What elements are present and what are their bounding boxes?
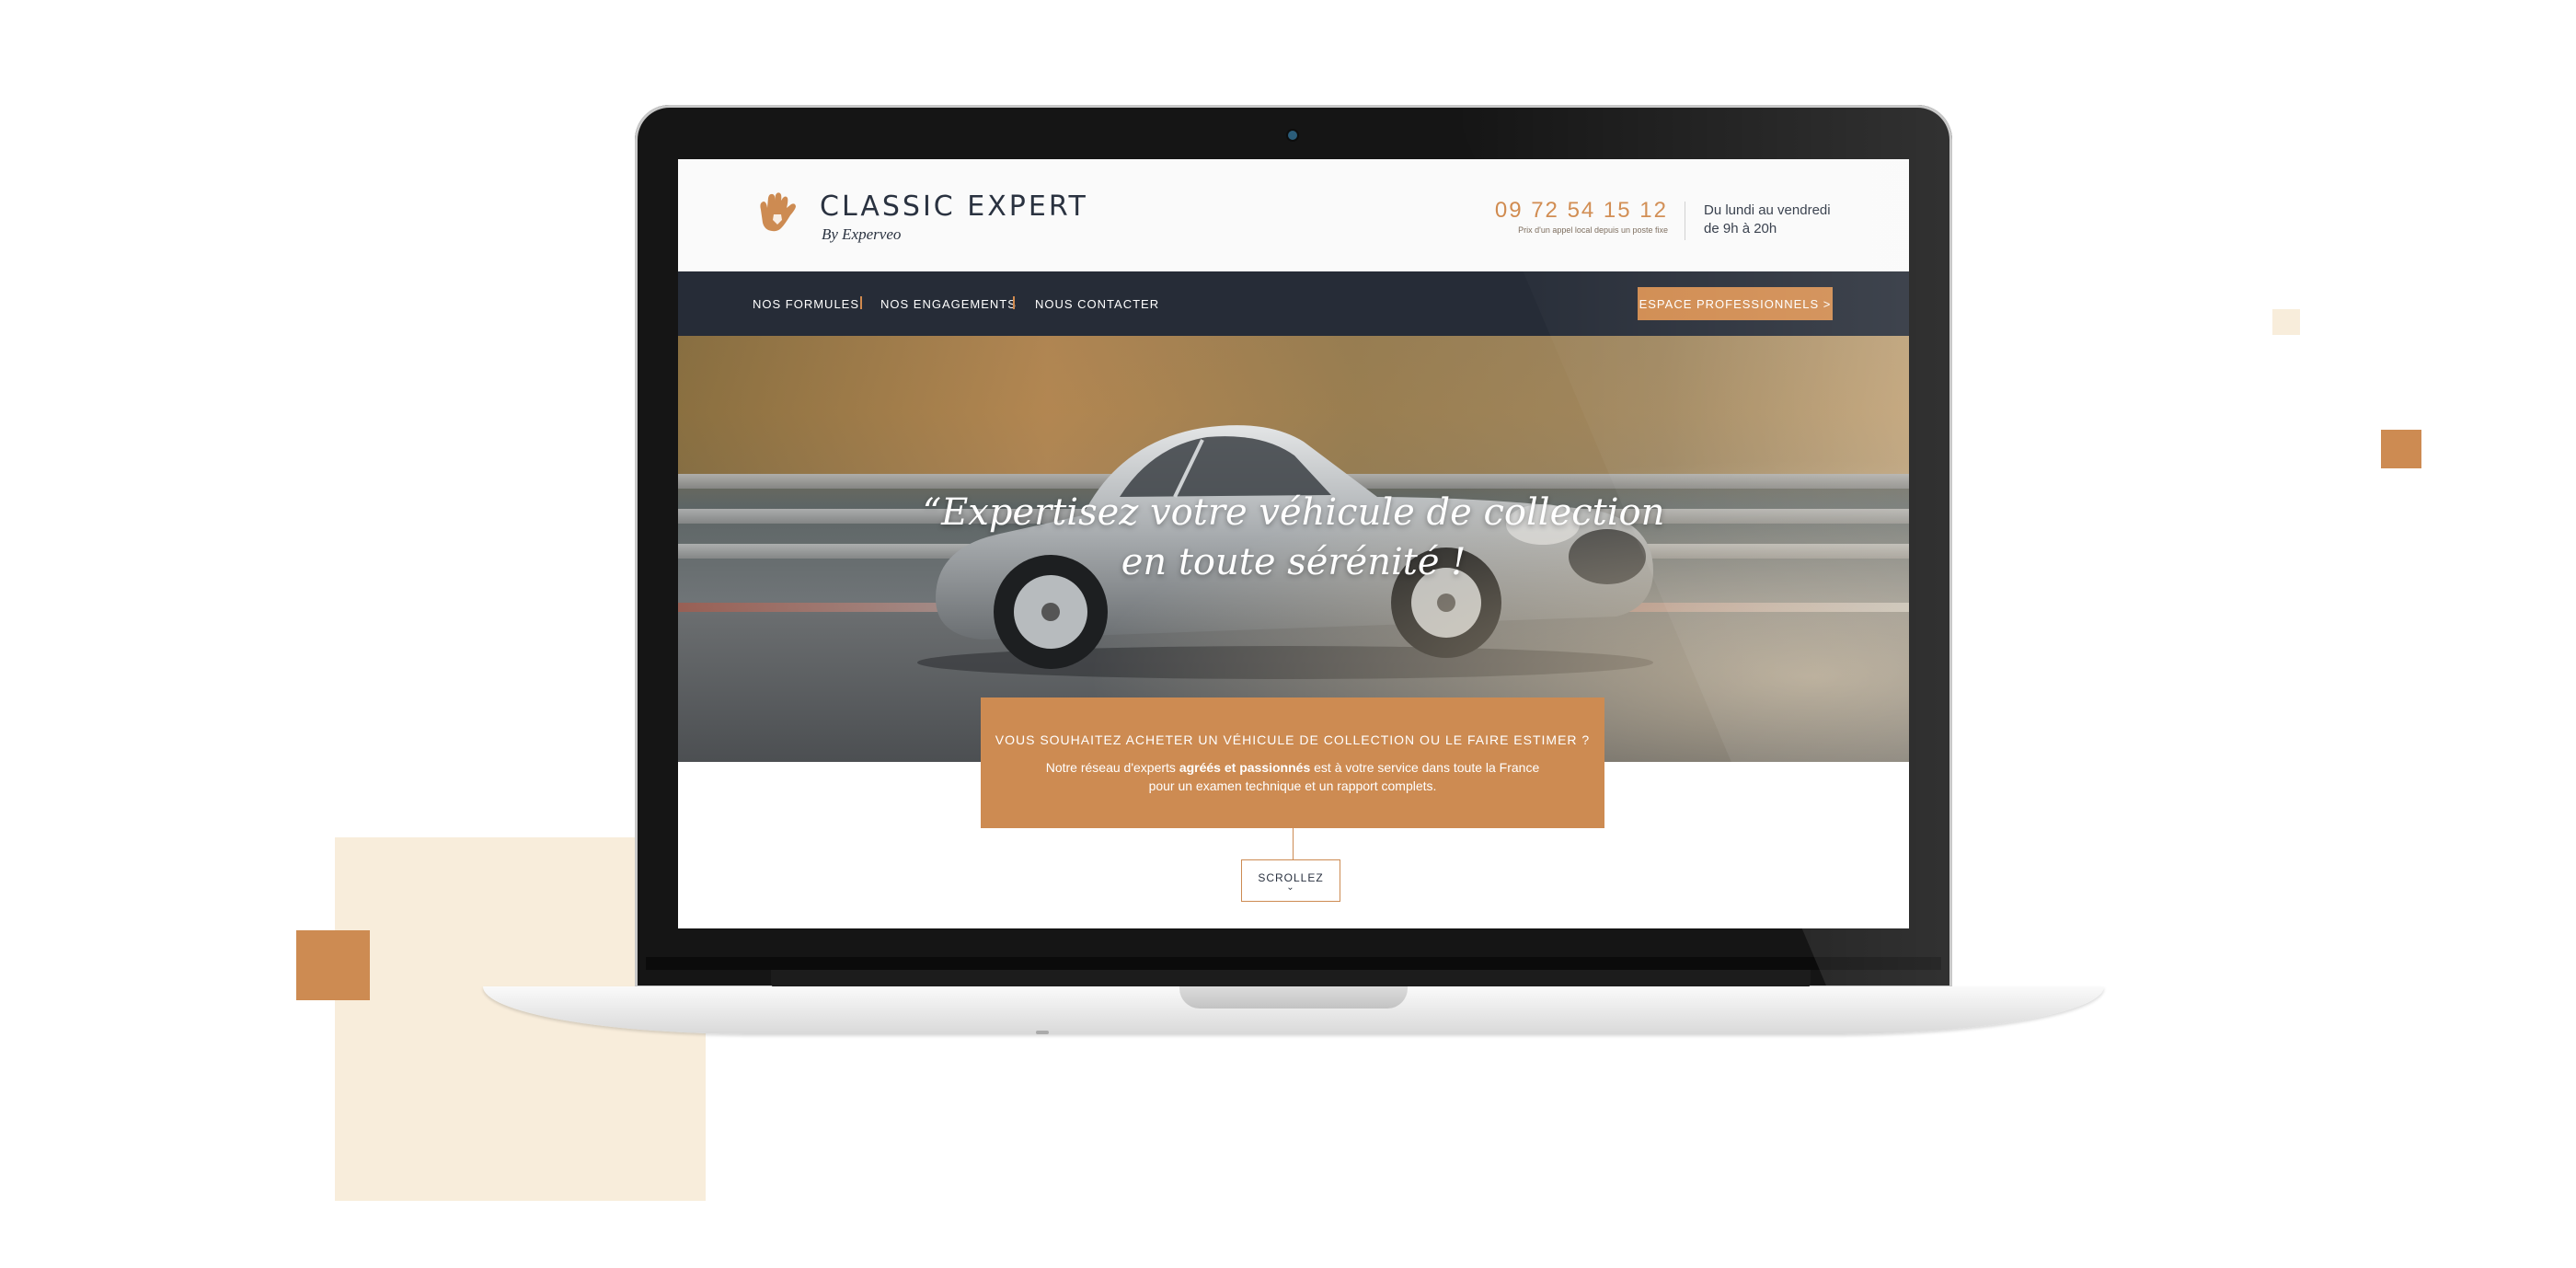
hero-title-line-2: en toute sérénité ! bbox=[1121, 541, 1466, 583]
cta-text-start: Notre réseau d'experts bbox=[1045, 760, 1179, 775]
laptop-indicator bbox=[1036, 1031, 1049, 1034]
decorative-orange-square-left bbox=[296, 930, 370, 1000]
phone-number[interactable]: 09 72 54 15 12 bbox=[1495, 198, 1668, 224]
scroll-button[interactable]: SCROLLEZ ⌄ bbox=[1241, 859, 1340, 902]
site-header: CLASSIC EXPERT By Experveo 09 72 54 15 1… bbox=[678, 159, 1909, 271]
nav-item-engagements[interactable]: NOS ENGAGEMENTS bbox=[880, 297, 1017, 311]
nav-item-contact[interactable]: NOUS CONTACTER bbox=[1035, 297, 1159, 311]
laptop-notch bbox=[1179, 986, 1408, 1009]
nav-separator bbox=[860, 296, 862, 309]
cta-text-bold: agréés et passionnés bbox=[1179, 760, 1311, 775]
brand-byline: By Experveo bbox=[822, 225, 902, 243]
brand-name[interactable]: CLASSIC EXPERT bbox=[820, 190, 1088, 223]
pro-space-button[interactable]: ESPACE PROFESSIONNELS > bbox=[1638, 287, 1833, 320]
nav-item-formules[interactable]: NOS FORMULES bbox=[753, 297, 859, 311]
laptop-screen: CLASSIC EXPERT By Experveo 09 72 54 15 1… bbox=[678, 159, 1909, 928]
cta-connector-line bbox=[1293, 828, 1294, 859]
cta-title: VOUS SOUHAITEZ ACHETER UN VÉHICULE DE CO… bbox=[995, 732, 1591, 747]
chevron-down-icon: ⌄ bbox=[1286, 882, 1295, 893]
hours-line-1: Du lundi au vendredi bbox=[1704, 202, 1831, 218]
cta-box: VOUS SOUHAITEZ ACHETER UN VÉHICULE DE CO… bbox=[981, 697, 1604, 828]
hours-line-2: de 9h à 20h bbox=[1704, 221, 1777, 236]
hero-title-line-1: “Expertisez votre véhicule de collection bbox=[922, 491, 1665, 534]
camera-icon bbox=[1288, 131, 1297, 140]
decorative-beige-square-small bbox=[2272, 309, 2300, 335]
laptop-hinge bbox=[771, 970, 1811, 988]
decorative-orange-square-right bbox=[2381, 430, 2421, 468]
phone-note: Prix d'un appel local depuis un poste fi… bbox=[1518, 225, 1668, 235]
nav-separator bbox=[1013, 296, 1015, 309]
main-navbar: NOS FORMULES NOS ENGAGEMENTS NOUS CONTAC… bbox=[678, 271, 1909, 336]
cta-text: Notre réseau d'experts agréés et passion… bbox=[1036, 758, 1549, 795]
laptop-bezel bbox=[646, 957, 1941, 970]
hero-title: “Expertisez votre véhicule de collection… bbox=[678, 488, 1909, 587]
hand-icon[interactable] bbox=[752, 190, 803, 241]
opening-hours: Du lundi au vendredi de 9h à 20h bbox=[1704, 202, 1860, 238]
